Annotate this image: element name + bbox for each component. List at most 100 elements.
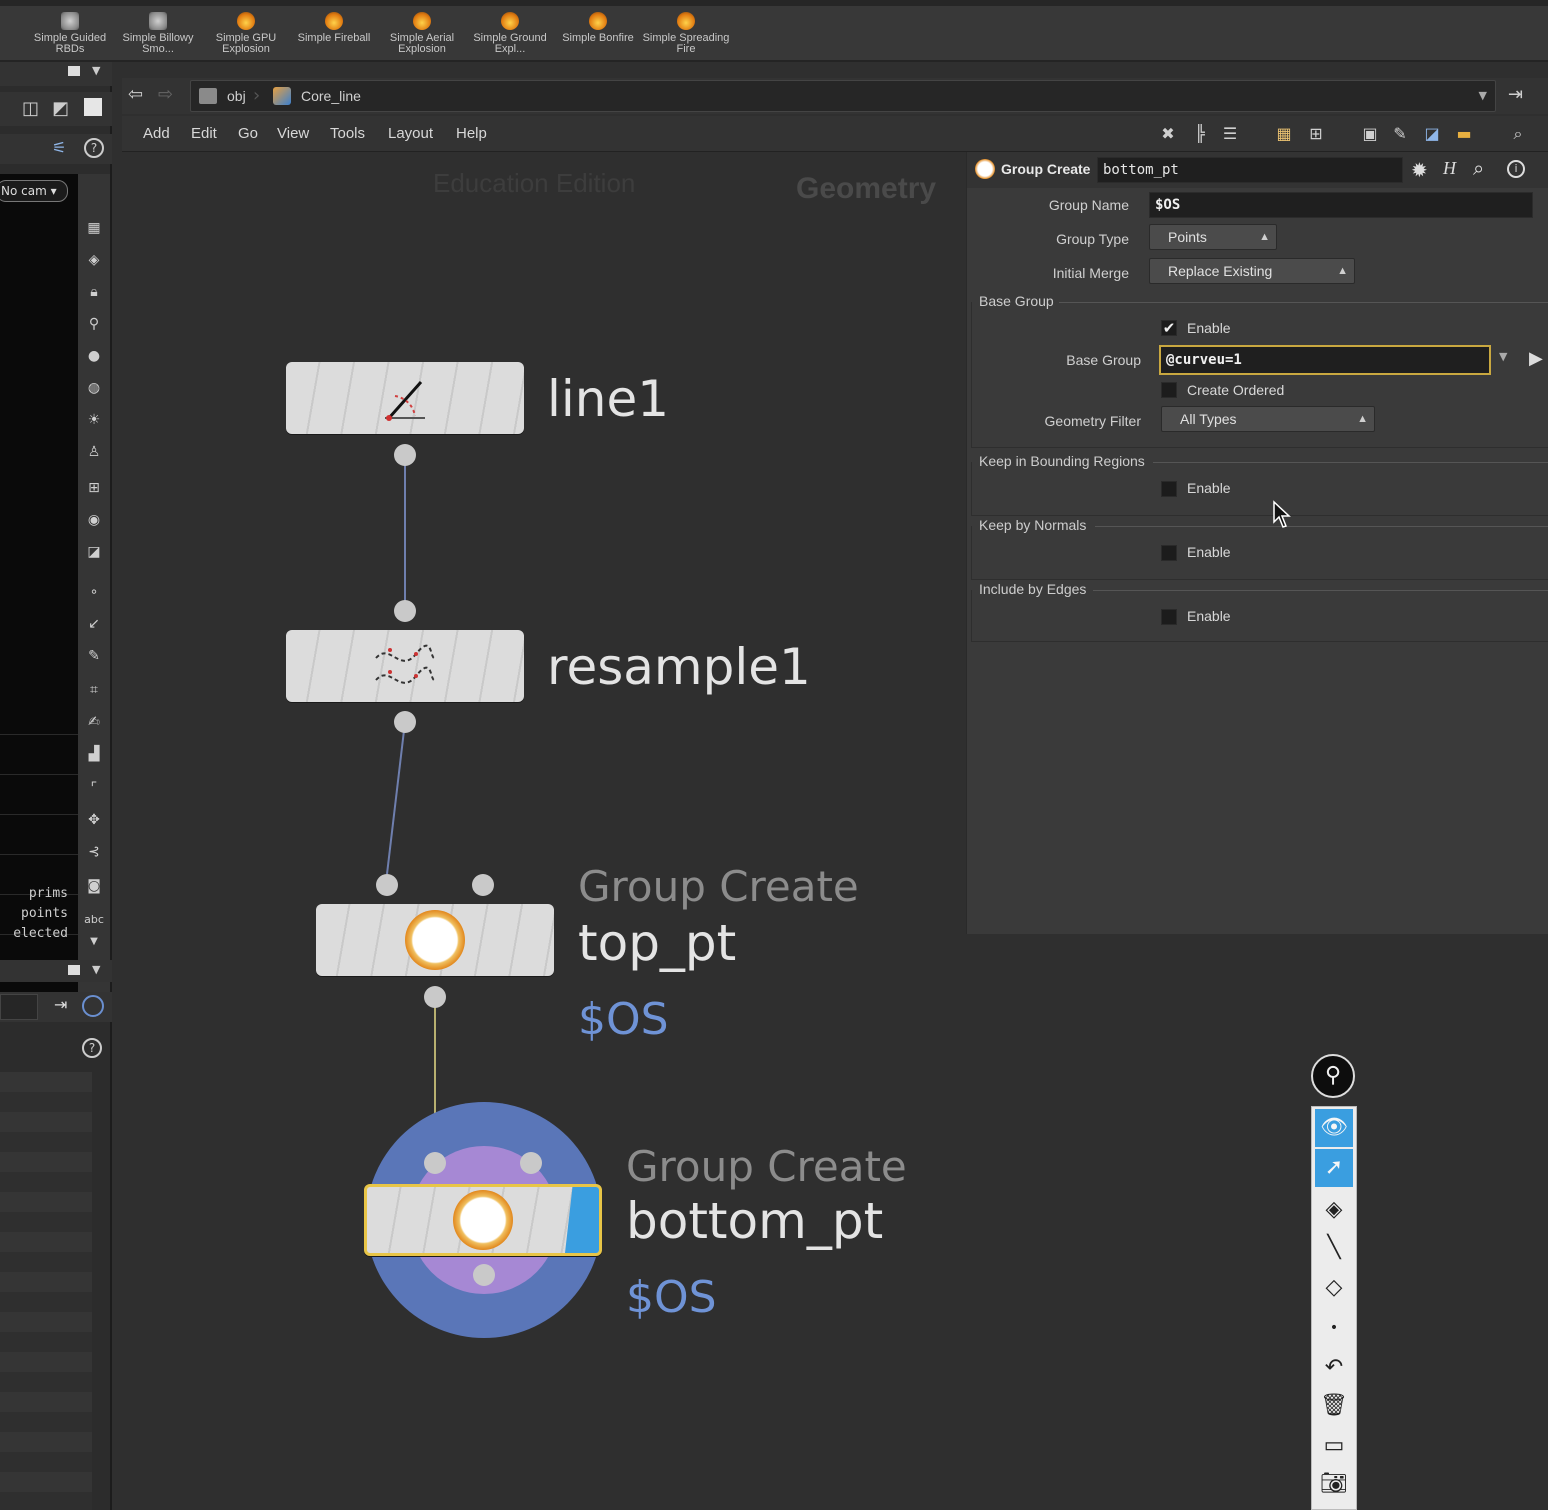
- line-tool-icon[interactable]: ╲: [1315, 1229, 1353, 1267]
- pin-icon[interactable]: ⚲: [84, 314, 104, 334]
- menu-help[interactable]: Help: [456, 125, 487, 142]
- node-line1[interactable]: [286, 362, 524, 434]
- shelf-tool-2[interactable]: Simple GPU Explosion: [202, 12, 290, 60]
- wrench-icon[interactable]: ✖: [1158, 124, 1178, 144]
- axis-icon[interactable]: ⊰: [84, 842, 104, 862]
- dot-icon[interactable]: •: [1315, 1309, 1353, 1347]
- render-icon[interactable]: ◪: [84, 542, 104, 562]
- help-h-icon[interactable]: H: [1443, 158, 1456, 179]
- camera-icon[interactable]: 📷︎: [1315, 1465, 1353, 1503]
- help-icon[interactable]: ?: [84, 138, 104, 158]
- panel-menu-icon[interactable]: [68, 66, 80, 76]
- grid-small-icon[interactable]: ⊞: [1306, 124, 1326, 144]
- shelf-tool-5[interactable]: Simple Ground Expl...: [466, 12, 554, 60]
- render-view-icon[interactable]: ◪: [1422, 124, 1442, 144]
- image-icon[interactable]: ▣: [1360, 124, 1380, 144]
- group-type-menu[interactable]: Points ▲: [1149, 224, 1277, 250]
- chevron-down-icon[interactable]: ▼: [84, 932, 104, 952]
- select-arrow-icon[interactable]: ➚: [1315, 1149, 1353, 1187]
- shelf-tabs-strip[interactable]: [0, 0, 1548, 6]
- input-port[interactable]: [376, 874, 398, 896]
- include-edges-enable-checkbox[interactable]: [1161, 609, 1177, 625]
- bulb-icon[interactable]: ☀: [84, 410, 104, 430]
- input-port[interactable]: [394, 600, 416, 622]
- display-flag[interactable]: [565, 1187, 599, 1253]
- node-resample1[interactable]: [286, 630, 524, 702]
- eraser-icon[interactable]: ◇: [1315, 1269, 1353, 1307]
- snapshot-icon[interactable]: [84, 98, 102, 116]
- output-port[interactable]: [394, 444, 416, 466]
- initial-merge-menu[interactable]: Replace Existing ▲: [1149, 258, 1355, 284]
- menu-tools[interactable]: Tools: [330, 125, 365, 142]
- grid-icon[interactable]: ▦: [1274, 124, 1294, 144]
- person-icon[interactable]: ♙: [84, 442, 104, 462]
- menu-add[interactable]: Add: [143, 125, 170, 142]
- input-port[interactable]: [472, 874, 494, 896]
- shelf-tool-1[interactable]: Simple Billowy Smo...: [114, 12, 202, 60]
- gear-icon[interactable]: ✹: [1411, 158, 1428, 182]
- pin-icon[interactable]: ⇥: [1508, 84, 1523, 105]
- search-icon[interactable]: ⌕: [1473, 156, 1484, 180]
- geometry-filter-menu[interactable]: All Types ▲: [1161, 406, 1375, 432]
- corner-icon[interactable]: ⌜: [84, 778, 104, 798]
- shading-icon[interactable]: ●: [84, 346, 104, 366]
- monitor-icon[interactable]: ▭: [1315, 1427, 1353, 1465]
- input-port[interactable]: [520, 1152, 542, 1174]
- undo-icon[interactable]: ↶: [1315, 1349, 1353, 1387]
- output-port[interactable]: [473, 1264, 495, 1286]
- menu-layout[interactable]: Layout: [388, 125, 433, 142]
- light-icon[interactable]: ◍: [84, 378, 104, 398]
- path-segment-obj[interactable]: obj: [227, 88, 246, 104]
- group-name-field[interactable]: $OS: [1149, 192, 1533, 218]
- normal-icon[interactable]: ↙: [84, 614, 104, 634]
- lock-icon[interactable]: 🔒︎: [84, 282, 104, 302]
- handle-pin-icon[interactable]: ⚲: [1311, 1054, 1355, 1098]
- text-icon[interactable]: abc: [84, 910, 104, 930]
- display-options-icon[interactable]: ◫: [22, 98, 39, 119]
- output-port[interactable]: [394, 711, 416, 733]
- tree-icon[interactable]: ╠: [1190, 124, 1210, 144]
- panel-menu-icon[interactable]: [68, 965, 80, 975]
- output-port[interactable]: [424, 986, 446, 1008]
- uv-icon[interactable]: ⌗: [84, 680, 104, 700]
- base-group-field[interactable]: @curveu=1: [1159, 345, 1491, 375]
- info-icon[interactable]: i: [1507, 160, 1525, 178]
- path-breadcrumb[interactable]: obj › Core_line ▼: [190, 80, 1496, 112]
- input-port[interactable]: [424, 1152, 446, 1174]
- shelf-tool-4[interactable]: Simple Aerial Explosion: [378, 12, 466, 60]
- network-editor[interactable]: Education Edition Geometry line1 resampl…: [122, 152, 966, 1510]
- transform-icon[interactable]: ✥: [84, 810, 104, 830]
- shelf-tool-3[interactable]: Simple Fireball: [290, 12, 378, 60]
- keep-bounding-enable-checkbox[interactable]: [1161, 481, 1177, 497]
- chevron-down-icon[interactable]: ▼: [1499, 350, 1507, 363]
- forward-arrow-icon[interactable]: ⇨: [158, 84, 173, 105]
- select-arrow-icon[interactable]: ▶: [1529, 348, 1543, 369]
- camera-menu[interactable]: No cam ▾: [0, 180, 68, 202]
- shelf-tool-7[interactable]: Simple Spreading Fire: [642, 12, 730, 60]
- menu-view[interactable]: View: [277, 125, 309, 142]
- paint-icon[interactable]: ✍: [84, 712, 104, 732]
- link-icon[interactable]: [82, 995, 104, 1017]
- menu-edit[interactable]: Edit: [191, 125, 217, 142]
- node-bottom-pt[interactable]: [364, 1184, 602, 1256]
- chevron-down-icon[interactable]: ▼: [92, 64, 100, 77]
- snapping-icon[interactable]: ⊞: [84, 478, 104, 498]
- node-top-pt[interactable]: [316, 904, 554, 976]
- eye-icon[interactable]: 👁︎: [1315, 1109, 1353, 1147]
- list-icon[interactable]: ☰: [1220, 124, 1240, 144]
- create-ordered-checkbox[interactable]: [1161, 382, 1177, 398]
- back-arrow-icon[interactable]: ⇦: [128, 84, 143, 105]
- select-icon[interactable]: ▦: [84, 218, 104, 238]
- eye-icon[interactable]: ◉: [84, 510, 104, 530]
- trash-icon[interactable]: 🗑︎: [1315, 1387, 1353, 1425]
- tools-icon[interactable]: ⚟: [52, 138, 66, 157]
- search-icon[interactable]: ⌕: [1508, 124, 1528, 144]
- network-box-icon[interactable]: ▬: [1454, 124, 1474, 144]
- camera-icon[interactable]: ◩: [52, 98, 69, 119]
- tag-icon[interactable]: ◈: [1315, 1191, 1353, 1229]
- brush-icon[interactable]: ✎: [84, 646, 104, 666]
- note-icon[interactable]: ✎: [1390, 124, 1410, 144]
- path-segment-node[interactable]: Core_line: [301, 88, 361, 104]
- help-icon[interactable]: ?: [82, 1038, 102, 1058]
- stop-icon[interactable]: ◙: [84, 876, 104, 896]
